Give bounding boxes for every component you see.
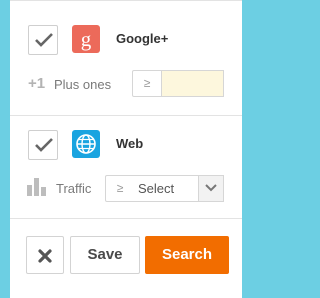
save-button[interactable]: Save <box>70 236 140 274</box>
bar-chart-icon <box>27 178 46 196</box>
globe-icon <box>72 130 100 158</box>
google-plus-title: Google+ <box>116 31 169 46</box>
traffic-select-value: Select <box>138 181 175 196</box>
web-checkbox[interactable] <box>28 130 58 160</box>
checkmark-icon <box>35 138 53 152</box>
search-button[interactable]: Search <box>145 236 229 274</box>
divider <box>10 115 242 116</box>
plus-ones-label: Plus ones <box>54 77 112 92</box>
plus-one-icon: +1 <box>28 75 46 92</box>
traffic-select[interactable]: Select <box>130 175 224 202</box>
close-icon <box>38 249 52 263</box>
divider <box>10 0 242 1</box>
divider <box>10 218 242 219</box>
clear-button[interactable] <box>26 236 64 274</box>
google-g-icon: g <box>72 25 100 53</box>
filter-panel: g Google+ +1 Plus ones ≥ Web Traffic ≥ S… <box>10 0 242 298</box>
plus-ones-operator[interactable]: ≥ <box>132 70 162 97</box>
plus-ones-input[interactable] <box>162 70 224 97</box>
google-plus-checkbox[interactable] <box>28 25 58 55</box>
traffic-label: Traffic <box>56 181 92 196</box>
chevron-down-icon[interactable] <box>198 176 223 201</box>
checkmark-icon <box>35 33 53 47</box>
svg-text:g: g <box>81 27 92 51</box>
web-title: Web <box>116 136 144 151</box>
